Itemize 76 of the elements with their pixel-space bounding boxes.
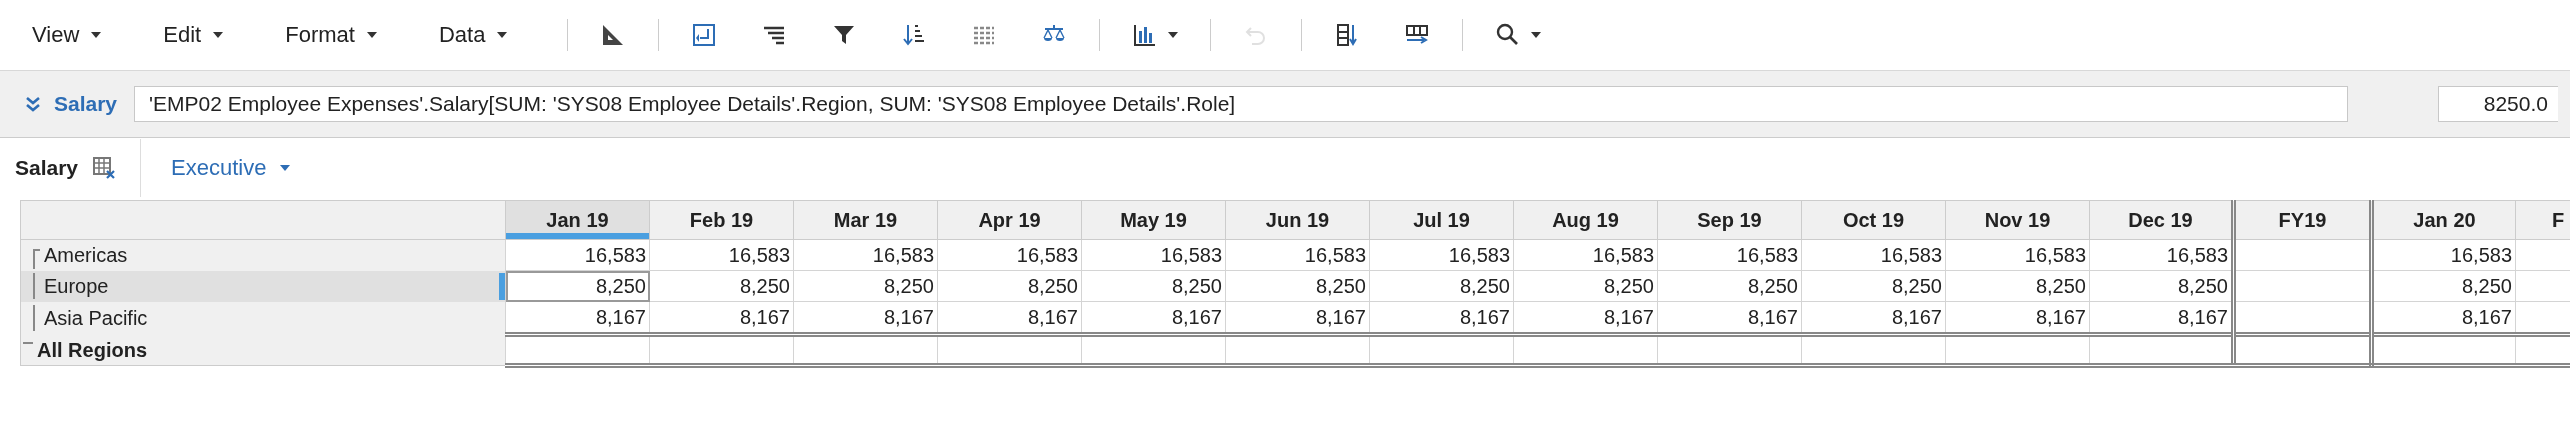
table-cell[interactable] xyxy=(937,334,1082,366)
table-cell[interactable]: 8,250 xyxy=(1225,270,1370,302)
menu-button[interactable]: Data xyxy=(426,14,520,56)
caret-icon xyxy=(280,165,291,171)
column-header[interactable]: May 19 xyxy=(1081,200,1226,240)
table-cell[interactable]: 8,250 xyxy=(1801,270,1946,302)
table-cell[interactable]: 16,583 xyxy=(505,239,650,271)
table-cell[interactable] xyxy=(649,334,794,366)
column-header[interactable]: F xyxy=(2515,200,2570,240)
table-cell[interactable]: 16,583 xyxy=(1513,239,1658,271)
view-title: Salary xyxy=(15,156,79,180)
table-cell[interactable]: 8,250 xyxy=(2371,270,2516,302)
table-cell[interactable]: 16,583 xyxy=(1369,239,1514,271)
column-header[interactable]: Jul 19 xyxy=(1369,200,1514,240)
table-cell[interactable] xyxy=(1081,334,1226,366)
table-cell[interactable] xyxy=(1801,334,1946,366)
row-header[interactable]: Asia Pacific xyxy=(44,306,148,329)
table-cell[interactable]: 16,583 xyxy=(1945,239,2090,271)
table-cell[interactable] xyxy=(1369,334,1514,366)
row-header[interactable]: Americas xyxy=(44,243,128,266)
table-cell[interactable] xyxy=(1513,334,1658,366)
table-cell[interactable]: 8,250 xyxy=(1945,270,2090,302)
caret-icon xyxy=(366,32,377,38)
formula-label: Salary xyxy=(54,92,118,116)
formula-field[interactable]: 'EMP02 Employee Expenses'.Salary[SUM: 'SYS08 Employee Details'.Region, SUM: 'SYS08 Employee Details'.Role] xyxy=(134,86,2348,122)
table-cell[interactable]: 16,583 xyxy=(937,239,1082,271)
table-cell[interactable]: 8,250 xyxy=(505,270,650,302)
filter-dropdown[interactable]: Executive xyxy=(165,154,297,182)
table-cell[interactable]: 16,583 xyxy=(1225,239,1370,271)
column-header[interactable]: Apr 19 xyxy=(937,200,1082,240)
table-cell[interactable] xyxy=(2089,334,2234,366)
table-cell[interactable] xyxy=(1225,334,1370,366)
table-cell[interactable]: 16,583 xyxy=(1657,239,1802,271)
selection-marker xyxy=(499,272,505,300)
value-field[interactable]: 8250.0 xyxy=(2438,86,2558,122)
tree-line xyxy=(33,249,40,270)
menu-button[interactable]: View xyxy=(20,14,114,56)
table-cell[interactable]: 16,583 xyxy=(2371,239,2516,271)
table-cell[interactable] xyxy=(1657,334,1802,366)
table-cell[interactable]: 8,250 xyxy=(649,270,794,302)
table-cell[interactable]: 16,583 xyxy=(1801,239,1946,271)
table-cell[interactable] xyxy=(1945,334,2090,366)
menu-button[interactable]: Format xyxy=(273,14,389,56)
table-cell[interactable] xyxy=(2233,334,2372,366)
row-header[interactable]: Europe xyxy=(44,274,109,297)
column-header[interactable]: Aug 19 xyxy=(1513,200,1658,240)
table-cell[interactable]: 16,583 xyxy=(1081,239,1226,271)
table-cell[interactable] xyxy=(2371,334,2516,366)
table-cell[interactable] xyxy=(505,334,650,366)
column-header[interactable]: Jan 19 xyxy=(505,200,650,240)
table-cell[interactable]: 8,250 xyxy=(937,270,1082,302)
column-header[interactable]: Jun 19 xyxy=(1225,200,1370,240)
column-header[interactable]: Mar 19 xyxy=(793,200,938,240)
table-cell[interactable]: 8,250 xyxy=(1369,270,1514,302)
caret-icon xyxy=(497,32,508,38)
caret-icon xyxy=(213,32,224,38)
row-header[interactable]: All Regions xyxy=(37,338,147,361)
table-cell[interactable]: 8,250 xyxy=(793,270,938,302)
column-header[interactable]: FY19 xyxy=(2233,200,2372,240)
column-header[interactable]: Oct 19 xyxy=(1801,200,1946,240)
table-cell[interactable]: 16,583 xyxy=(649,239,794,271)
column-header[interactable]: Feb 19 xyxy=(649,200,794,240)
table-cell[interactable]: 8,167 xyxy=(505,301,650,335)
table-remove-icon xyxy=(92,156,117,180)
column-header[interactable]: Nov 19 xyxy=(1945,200,2090,240)
table-cell[interactable] xyxy=(793,334,938,366)
table-cell[interactable]: 16,583 xyxy=(793,239,938,271)
caret-icon xyxy=(91,32,102,38)
column-header[interactable]: Sep 19 xyxy=(1657,200,1802,240)
column-header[interactable]: Dec 19 xyxy=(2089,200,2234,240)
menu-button[interactable]: Edit xyxy=(151,14,236,56)
table-cell[interactable]: 8,250 xyxy=(1513,270,1658,302)
double-chevron-icon xyxy=(26,96,40,112)
table-cell[interactable]: 8,250 xyxy=(1081,270,1226,302)
table-cell[interactable]: 8,250 xyxy=(1657,270,1802,302)
column-header[interactable]: Jan 20 xyxy=(2371,200,2516,240)
